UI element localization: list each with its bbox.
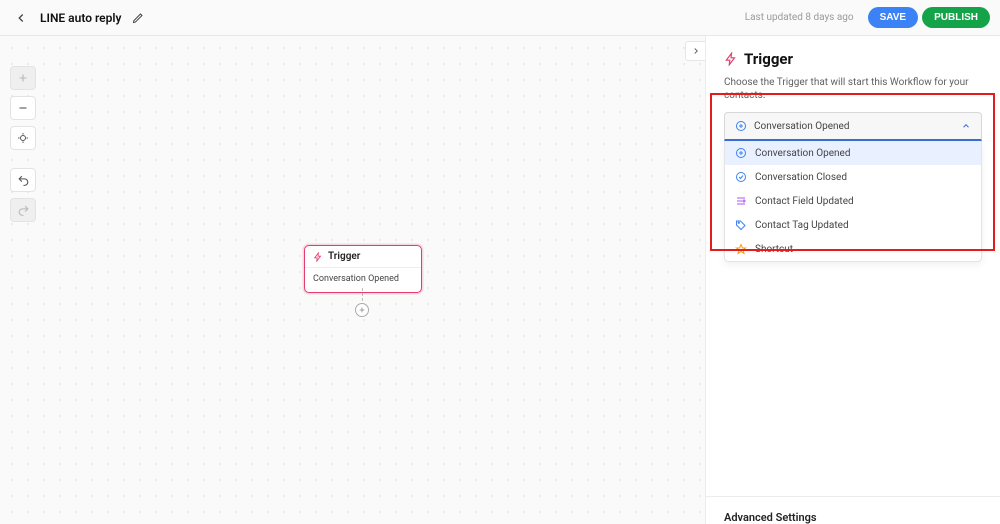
option-label: Conversation Closed [755,172,847,183]
option-label: Shortcut [755,244,793,255]
trigger-node-title: Trigger [328,251,360,262]
trigger-option-contact-field-updated[interactable]: Contact Field Updated [725,189,981,213]
canvas-toolbar [10,66,38,222]
arrow-left-icon [14,11,28,25]
panel-description: Choose the Trigger that will start this … [724,76,982,102]
bolt-icon [724,52,738,66]
undo-icon [17,174,30,187]
plus-icon [17,72,29,84]
workflow-title: LINE auto reply [40,11,121,25]
option-label: Contact Field Updated [755,196,854,207]
trigger-option-shortcut[interactable]: Shortcut [725,237,981,261]
canvas[interactable]: Trigger Conversation Opened [0,36,705,524]
add-step-button[interactable] [355,303,369,317]
publish-button[interactable]: PUBLISH [922,7,990,28]
trigger-select-menu: Conversation Opened Conversation Closed [724,141,982,262]
option-label: Contact Tag Updated [755,220,849,231]
plus-circle-icon [735,120,747,132]
trigger-select-value: Conversation Opened [754,121,954,132]
redo-icon [17,204,30,217]
zoom-out-button[interactable] [10,96,36,120]
trigger-node[interactable]: Trigger Conversation Opened [304,245,422,293]
edit-title-button[interactable] [127,7,149,29]
undo-button[interactable] [10,168,36,192]
pencil-icon [132,12,144,24]
trigger-node-header: Trigger [305,246,421,268]
trigger-option-contact-tag-updated[interactable]: Contact Tag Updated [725,213,981,237]
tag-icon [735,219,747,231]
panel-title: Trigger [724,50,982,68]
option-label: Conversation Opened [755,148,850,159]
target-icon [17,132,29,144]
last-updated-text: Last updated 8 days ago [745,12,854,23]
plus-small-icon [358,306,366,314]
panel-collapse-handle[interactable] [685,41,705,61]
redo-button[interactable] [10,198,36,222]
trigger-option-conversation-closed[interactable]: Conversation Closed [725,165,981,189]
zoom-in-button[interactable] [10,66,36,90]
trigger-select-control[interactable]: Conversation Opened [724,112,982,141]
bolt-icon [313,252,323,262]
shortcut-icon [735,243,747,255]
chevron-up-icon [961,121,971,131]
trigger-option-conversation-opened[interactable]: Conversation Opened [725,141,981,165]
advanced-settings-header[interactable]: Advanced Settings [706,496,1000,524]
recenter-button[interactable] [10,126,36,150]
save-button[interactable]: SAVE [868,7,919,28]
trigger-select: Conversation Opened Conversation Opened [724,112,982,262]
panel-title-text: Trigger [744,50,793,68]
topbar: LINE auto reply Last updated 8 days ago … [0,0,1000,36]
plus-circle-icon [735,147,747,159]
chevron-right-icon [691,46,701,56]
main: Trigger Conversation Opened Trigger Choo… [0,36,1000,524]
field-icon [735,195,747,207]
check-circle-icon [735,171,747,183]
side-panel: Trigger Choose the Trigger that will sta… [705,36,1000,524]
minus-icon [17,102,29,114]
back-button[interactable] [10,7,32,29]
